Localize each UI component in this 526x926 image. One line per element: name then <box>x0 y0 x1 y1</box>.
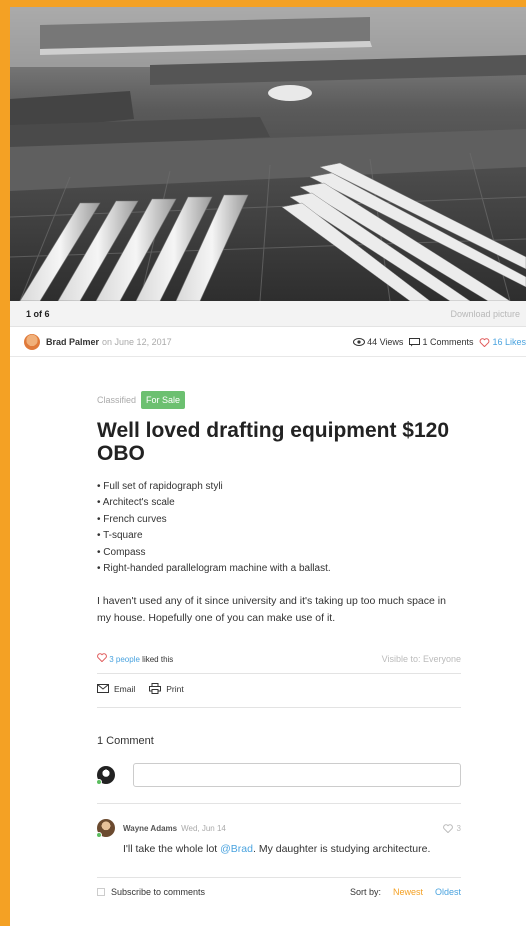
gallery-photo[interactable] <box>10 7 526 301</box>
list-item: • Architect's scale <box>97 497 175 509</box>
divider <box>97 877 461 878</box>
liked-people-link[interactable]: 3 people <box>109 655 140 664</box>
online-indicator <box>96 832 102 838</box>
liked-by: 3 people liked this <box>97 653 173 664</box>
online-indicator <box>96 779 102 785</box>
list-item: • Full set of rapidograph styli <box>97 481 223 492</box>
heart-icon[interactable] <box>97 653 107 663</box>
item-list: • Full set of rapidograph styli • Archit… <box>97 479 461 577</box>
comment-text-start: I'll take the whole lot <box>123 843 221 855</box>
list-item: • Right-handed parallelogram machine wit… <box>97 563 331 575</box>
comment-input[interactable] <box>133 763 461 787</box>
for-sale-tag[interactable]: For Sale <box>141 391 186 409</box>
printer-icon <box>149 683 162 694</box>
divider <box>97 803 461 804</box>
comments-count: 1 Comments <box>422 337 474 347</box>
list-item: • Compass <box>97 546 146 558</box>
category-label[interactable]: Classified <box>97 395 136 405</box>
likes-row: 3 people liked this Visible to: Everyone <box>97 653 461 664</box>
liked-suffix: liked this <box>142 655 174 664</box>
comments-footer: Subscribe to comments Sort by: Newest Ol… <box>97 887 461 897</box>
divider <box>97 707 461 708</box>
subscribe-label[interactable]: Subscribe to comments <box>111 887 205 897</box>
post-meta-bar: Brad Palmer on June 12, 2017 44 Views 1 … <box>10 328 526 357</box>
current-user-avatar <box>96 766 115 785</box>
list-item: • T-square <box>97 530 143 542</box>
drafting-tools-image <box>10 7 526 301</box>
comment-item: Wayne Adams Wed, Jun 14 3 I'll take the … <box>96 819 461 858</box>
comments-stat[interactable]: 1 Comments <box>409 337 473 347</box>
sort-newest[interactable]: Newest <box>393 887 423 897</box>
gallery-bar: 1 of 6 Download picture <box>10 301 526 327</box>
email-button[interactable]: Email <box>97 683 135 694</box>
sort-label: Sort by: <box>349 887 381 897</box>
heart-icon <box>442 823 453 833</box>
post-frame: 1 of 6 Download picture Brad Palmer on J… <box>10 7 526 926</box>
comment-text-end: . My daughter is studying architecture. <box>252 843 431 855</box>
subscribe-checkbox[interactable] <box>97 888 105 896</box>
download-picture-link[interactable]: Download picture <box>450 309 520 319</box>
comment-text: I'll take the whole lot @Brad. My daught… <box>123 841 461 858</box>
print-button[interactable]: Print <box>149 683 184 694</box>
comment-date: Wed, Jun 14 <box>181 823 226 833</box>
print-label: Print <box>166 683 184 694</box>
heart-icon <box>480 337 490 347</box>
divider <box>97 673 461 674</box>
commenter-name[interactable]: Wayne Adams <box>123 824 177 833</box>
post-date: on June 12, 2017 <box>102 337 172 347</box>
envelope-icon <box>97 684 109 693</box>
likes-count: 16 Likes <box>492 337 526 347</box>
post-actions: Email Print <box>97 683 184 694</box>
list-item: • French curves <box>97 513 167 525</box>
post-tags: Classified For Sale <box>97 391 461 409</box>
email-label: Email <box>114 683 136 694</box>
sort-controls: Sort by: Newest Oldest <box>350 887 461 897</box>
author-name[interactable]: Brad Palmer <box>46 337 99 347</box>
comment-like[interactable]: 3 <box>442 823 461 833</box>
author-avatar[interactable] <box>24 334 40 350</box>
views-count: 44 Views <box>367 337 404 347</box>
post-body: I haven't used any of it since universit… <box>97 595 446 625</box>
sort-oldest[interactable]: Oldest <box>435 887 461 897</box>
eye-icon <box>353 338 366 346</box>
post-title: Well loved drafting equipment $120 OBO <box>97 419 450 465</box>
gallery-counter: 1 of 6 <box>26 308 50 319</box>
comment-like-count: 3 <box>456 823 461 833</box>
comment-compose <box>96 763 461 787</box>
likes-stat[interactable]: 16 Likes <box>479 337 526 347</box>
mention-link[interactable]: @Brad <box>220 843 253 855</box>
views-stat: 44 Views <box>353 337 403 347</box>
visibility-label: Visible to: Everyone <box>381 653 461 664</box>
post-content: Classified For Sale Well loved drafting … <box>96 391 461 897</box>
commenter-avatar[interactable] <box>96 819 115 838</box>
comments-title: 1 Comment <box>97 735 154 747</box>
comment-icon <box>409 337 421 346</box>
